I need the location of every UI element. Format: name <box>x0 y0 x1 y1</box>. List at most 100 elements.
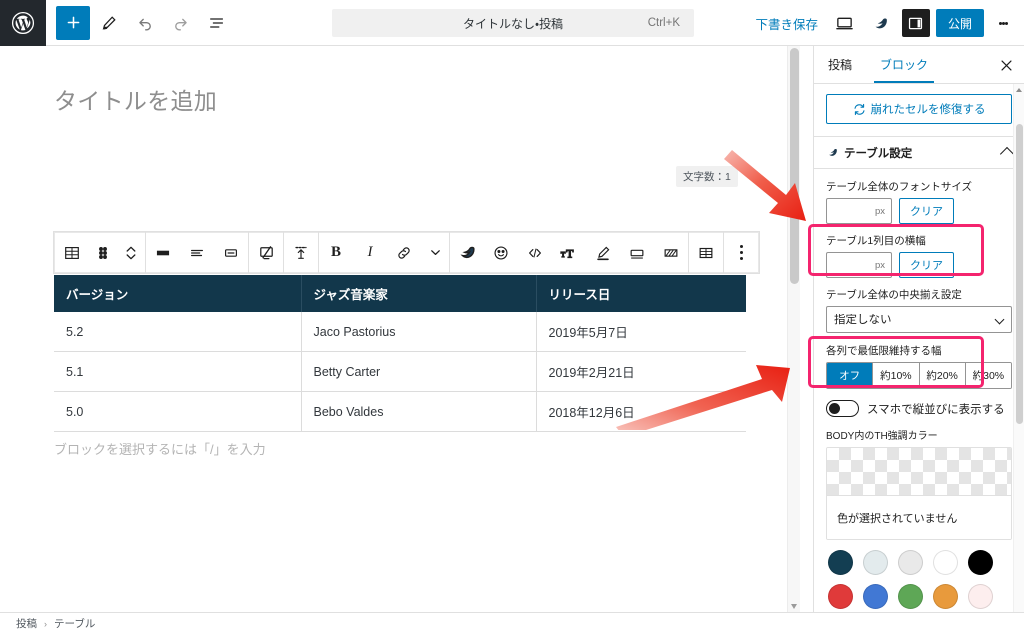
marker-pen-icon[interactable] <box>586 232 620 273</box>
drag-dots-icon[interactable] <box>89 232 117 273</box>
tab-post[interactable]: 投稿 <box>814 46 866 83</box>
repair-cells-button[interactable]: 崩れたセルを修復する <box>826 94 1012 124</box>
add-block-button[interactable] <box>56 5 90 40</box>
table-cell[interactable]: 2019年2月21日 <box>536 351 746 392</box>
link-icon[interactable] <box>387 232 421 273</box>
bold-button[interactable]: B <box>319 232 353 273</box>
mobile-stack-toggle[interactable] <box>826 400 859 417</box>
block-toolbar-group-valign <box>284 232 319 273</box>
min-width-option-off[interactable]: オフ <box>827 363 874 388</box>
editor-options-kebab-icon[interactable] <box>990 8 1016 38</box>
color-swatch[interactable] <box>898 550 923 575</box>
align-bar-icon[interactable] <box>146 232 180 273</box>
text-size-icon[interactable]: TT <box>552 232 586 273</box>
center-align-select[interactable]: 指定しない <box>826 306 1012 333</box>
color-swatch[interactable] <box>968 584 993 609</box>
sidebar-panel-icon[interactable] <box>901 9 930 37</box>
chevron-updown-icon[interactable] <box>117 232 145 273</box>
kebab-menu-icon[interactable] <box>724 232 758 273</box>
table-cell[interactable]: Betty Carter <box>301 351 537 392</box>
breadcrumb-item-post[interactable]: 投稿 <box>16 616 37 631</box>
sidebar-tabs: 投稿 ブロック <box>814 46 1024 84</box>
wordpress-logo-icon[interactable] <box>0 0 46 46</box>
min-width-option-10[interactable]: 約10% <box>873 363 920 388</box>
character-count-badge: 文字数：1 <box>676 166 738 187</box>
table-header-cell[interactable]: リリース日 <box>536 275 746 312</box>
canvas-scrollbar[interactable] <box>787 46 800 612</box>
font-size-input-wrap[interactable]: px <box>826 198 892 224</box>
breadcrumb-item-table[interactable]: テーブル <box>54 616 95 631</box>
sidebar-scrollbar[interactable] <box>1013 84 1024 612</box>
color-swatch[interactable] <box>968 550 993 575</box>
table-cell[interactable]: Bebo Valdes <box>301 391 537 432</box>
save-draft-button[interactable]: 下書き保存 <box>749 14 824 33</box>
align-box-icon[interactable] <box>214 232 248 273</box>
th-color-label: BODY内のTH強調カラー <box>826 431 938 442</box>
undo-button[interactable] <box>128 6 162 40</box>
table-cell[interactable]: Jaco Pastorius <box>301 312 537 352</box>
canvas-scrollbar-thumb[interactable] <box>790 48 799 284</box>
redo-button[interactable] <box>164 6 198 40</box>
color-swatch[interactable] <box>828 584 853 609</box>
table-cell[interactable]: 2019年5月7日 <box>536 312 746 352</box>
sidebar-body: 崩れたセルを修復する テーブル設定 テーブル全体のフォントサイズ px クリア … <box>814 84 1024 612</box>
document-title-label: タイトルなし・投稿 <box>462 16 564 31</box>
vk-blocks-icon[interactable] <box>866 8 896 38</box>
min-width-option-20[interactable]: 約20% <box>919 363 966 388</box>
monitor-slash-icon[interactable] <box>249 232 283 273</box>
block-toolbar-group-vk: TT <box>450 232 689 273</box>
table-header-cell[interactable]: ジャズ音楽家 <box>301 275 537 312</box>
color-swatch[interactable] <box>933 550 958 575</box>
table-cell[interactable]: 5.2 <box>54 312 302 352</box>
rectangle-icon[interactable] <box>620 232 654 273</box>
content-table[interactable]: バージョン ジャズ音楽家 リリース日 5.2 Jaco Pastorius 20… <box>54 275 746 432</box>
color-swatch[interactable] <box>933 584 958 609</box>
tab-block[interactable]: ブロック <box>866 46 942 83</box>
align-lines-icon[interactable] <box>180 232 214 273</box>
empty-block-hint[interactable]: ブロックを選択するには「/」を入力 <box>54 439 266 458</box>
table-row: 5.1 Betty Carter 2019年2月21日 <box>54 351 746 392</box>
desktop-preview-icon[interactable] <box>830 8 860 38</box>
hatch-icon[interactable] <box>654 232 688 273</box>
smiley-icon[interactable] <box>484 232 518 273</box>
th-color-preview-box[interactable]: 色が選択されていません <box>826 447 1012 540</box>
top-bar-tools <box>46 5 234 40</box>
color-swatch[interactable] <box>828 550 853 575</box>
vk-leaf-icon[interactable] <box>450 232 484 273</box>
table-header-cell[interactable]: バージョン <box>54 275 302 312</box>
font-size-input[interactable] <box>827 199 871 223</box>
close-icon[interactable] <box>996 55 1016 75</box>
first-col-width-clear-button[interactable]: クリア <box>899 252 954 278</box>
first-col-width-input[interactable] <box>827 253 871 277</box>
block-toolbar-group-block <box>55 232 146 273</box>
table-cell[interactable]: 2018年12月6日 <box>536 391 746 432</box>
min-width-label: 各列で最低限維持する幅 <box>826 345 942 357</box>
post-title-placeholder[interactable]: タイトルを追加 <box>54 82 217 116</box>
list-view-icon[interactable] <box>200 6 234 40</box>
breadcrumb-separator: › <box>44 618 47 629</box>
font-size-clear-button[interactable]: クリア <box>899 198 954 224</box>
edit-mode-button[interactable] <box>92 6 126 40</box>
publish-button[interactable]: 公開 <box>935 9 984 37</box>
settings-sidebar: 投稿 ブロック 崩れたセルを修復する テーブル設定 テーブル全体のフォントサイズ… <box>813 46 1024 612</box>
color-swatch[interactable] <box>863 550 888 575</box>
document-title-pill[interactable]: タイトルなし・投稿 Ctrl+K <box>332 9 694 37</box>
color-swatch[interactable] <box>898 584 923 609</box>
table-grid-icon[interactable] <box>689 232 723 273</box>
vertical-align-top-icon[interactable] <box>284 232 318 273</box>
chevron-down-icon[interactable] <box>421 232 449 273</box>
table-cell[interactable]: 5.0 <box>54 391 302 432</box>
table-icon[interactable] <box>55 232 89 273</box>
font-size-row: px クリア <box>826 198 1012 224</box>
scroll-down-arrow-icon[interactable] <box>791 604 797 609</box>
table-cell[interactable]: 5.1 <box>54 351 302 392</box>
scroll-up-arrow-icon[interactable] <box>1016 88 1022 92</box>
sidebar-scrollbar-thumb[interactable] <box>1016 124 1023 424</box>
italic-button[interactable]: I <box>353 232 387 273</box>
code-icon[interactable] <box>518 232 552 273</box>
first-col-width-input-wrap[interactable]: px <box>826 252 892 278</box>
min-width-option-30[interactable]: 約30% <box>965 363 1011 388</box>
wordpress-block-editor: タイトルなし・投稿 Ctrl+K 下書き保存 公開 タイトルを追加 文字数：1 <box>0 0 1024 634</box>
color-swatch[interactable] <box>863 584 888 609</box>
table-settings-panel-header[interactable]: テーブル設定 <box>814 137 1024 169</box>
